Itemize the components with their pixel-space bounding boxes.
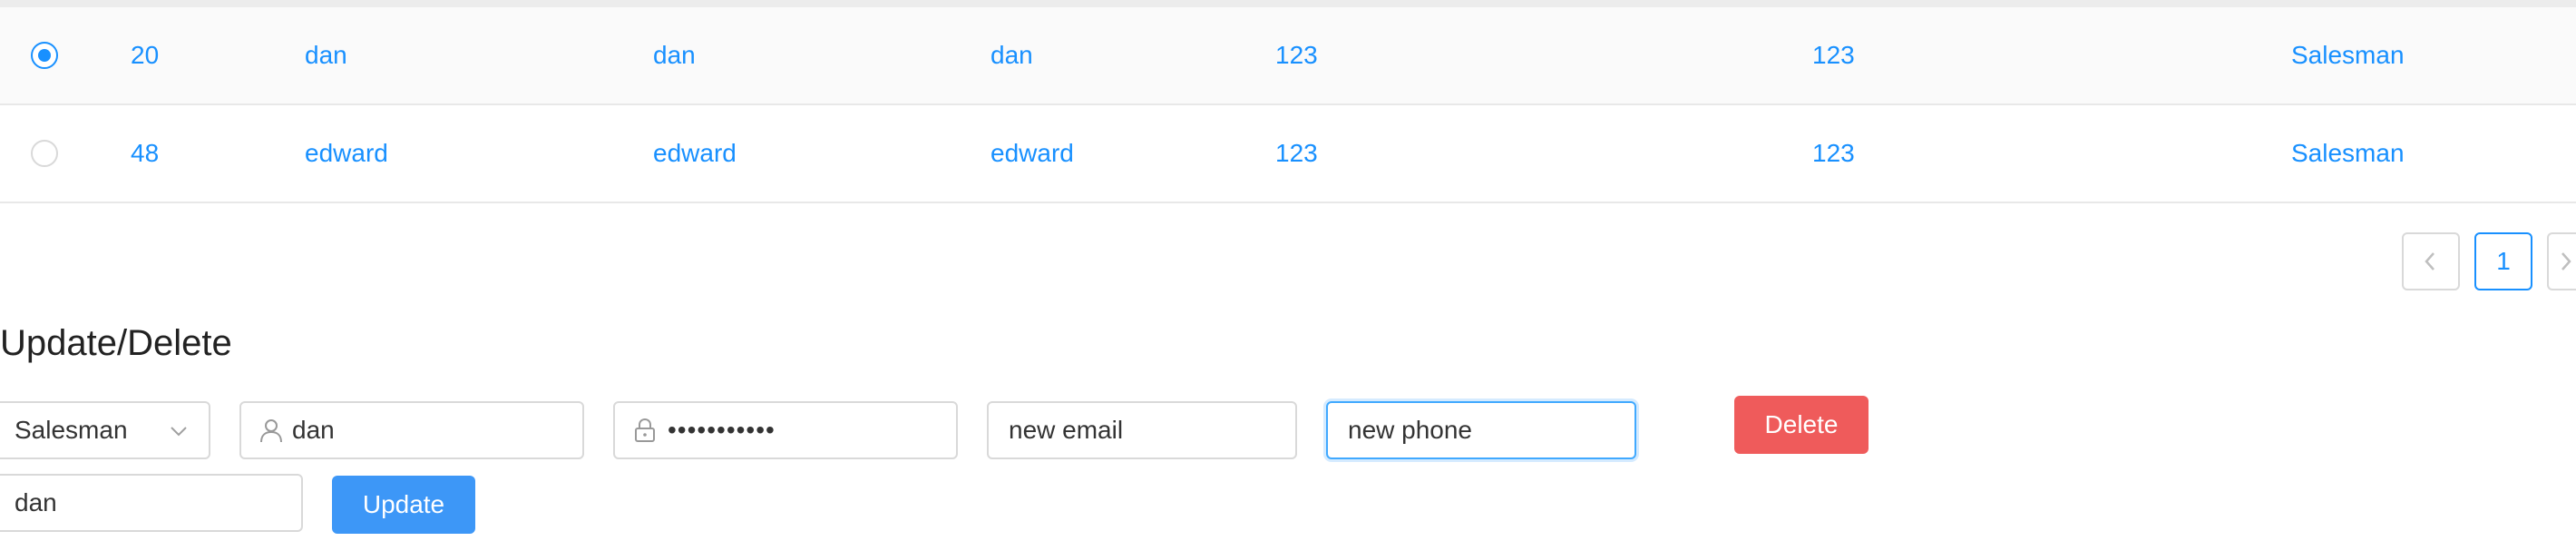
section-heading: Update/Delete [0, 323, 232, 363]
username-input[interactable]: dan [239, 401, 584, 459]
cell-id: 20 [131, 41, 160, 69]
cell-password: dan [653, 41, 696, 69]
cell-email: 123 [1275, 139, 1318, 167]
chevron-down-icon [169, 421, 189, 441]
table-row[interactable]: 48 edward edward edward 123 123 Salesman [0, 105, 2576, 203]
cell-username: dan [305, 41, 347, 69]
cell-role: Salesman [2291, 139, 2405, 167]
update-button[interactable]: Update [332, 476, 475, 534]
pagination-page-label: 1 [2496, 247, 2511, 275]
chevron-right-icon [2560, 251, 2572, 272]
cell-password: edward [653, 139, 737, 167]
password-value: ••••••••••• [668, 416, 776, 444]
phone-input[interactable]: new phone [1326, 401, 1636, 459]
chevron-left-icon [2422, 251, 2440, 272]
cell-name: dan [990, 41, 1033, 69]
pagination-prev-button[interactable] [2402, 232, 2460, 290]
cell-phone: 123 [1812, 139, 1855, 167]
cell-name: edward [990, 139, 1074, 167]
role-select-value: Salesman [15, 416, 128, 444]
row-radio-selected[interactable] [31, 42, 58, 69]
cell-id: 48 [131, 139, 160, 167]
role-select[interactable]: Salesman [0, 401, 210, 459]
password-input[interactable]: ••••••••••• [613, 401, 958, 459]
username-value: dan [292, 416, 335, 444]
name-value: dan [15, 488, 57, 516]
lock-icon [633, 418, 657, 443]
table-row[interactable]: 20 dan dan dan 123 123 Salesman [0, 7, 2576, 105]
email-input[interactable]: new email [987, 401, 1297, 459]
pagination-next-button[interactable] [2547, 232, 2576, 290]
email-placeholder: new email [1009, 416, 1124, 444]
phone-placeholder: new phone [1348, 416, 1473, 444]
table-top-border [0, 0, 2576, 7]
row-radio[interactable] [31, 140, 58, 167]
pagination-page-button[interactable]: 1 [2474, 232, 2532, 290]
cell-role: Salesman [2291, 41, 2405, 69]
cell-phone: 123 [1812, 41, 1855, 69]
cell-email: 123 [1275, 41, 1318, 69]
user-icon [259, 418, 283, 443]
cell-username: edward [305, 139, 388, 167]
delete-button[interactable]: Delete [1734, 396, 1869, 454]
name-input[interactable]: dan [0, 474, 303, 532]
